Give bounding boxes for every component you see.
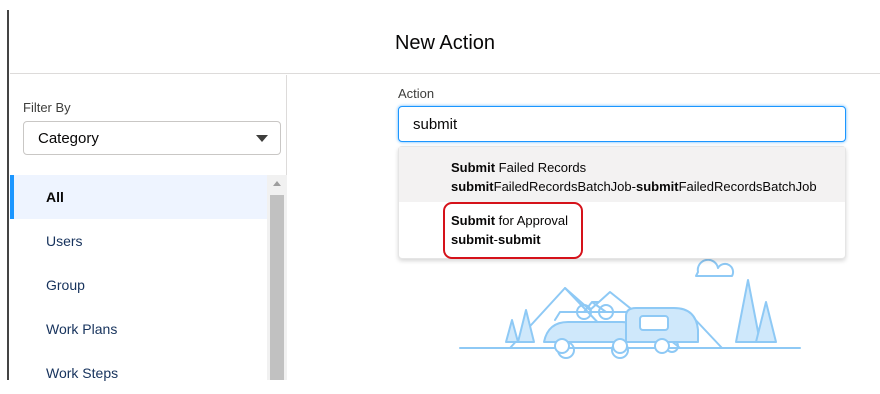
category-item-group[interactable]: Group xyxy=(10,263,268,307)
suggestion-title-rest: Failed Records xyxy=(495,160,587,175)
category-label: Group xyxy=(46,277,85,293)
category-label: Work Plans xyxy=(46,321,118,337)
scrollbar-thumb[interactable] xyxy=(270,195,284,380)
action-search-input[interactable] xyxy=(398,106,846,142)
category-label: All xyxy=(46,189,64,205)
suggestion-title: Submit Failed Records xyxy=(451,158,845,177)
action-field-label: Action xyxy=(398,86,435,101)
category-item-all[interactable]: All xyxy=(10,175,268,219)
api-name-part: submit xyxy=(635,179,679,194)
highlight-annotation-box xyxy=(443,202,583,259)
category-item-users[interactable]: Users xyxy=(10,219,268,263)
suggestion-title-match: Submit xyxy=(451,160,496,175)
category-filter-select[interactable]: Category xyxy=(23,121,281,155)
api-name-part: FailedRecordsBatchJob xyxy=(678,179,817,194)
category-label: Users xyxy=(46,233,83,249)
modal-header: New Action xyxy=(10,0,880,74)
api-name-part: submit xyxy=(451,179,494,194)
category-label: Work Steps xyxy=(46,365,119,381)
modal-title: New Action xyxy=(394,32,496,54)
filter-selected-value: Category xyxy=(38,129,99,147)
suggestion-submit-failed-records[interactable]: Submit Failed Records submitFailedRecord… xyxy=(399,147,845,202)
category-list: All Users Group Work Plans Work Steps xyxy=(10,175,268,394)
api-name-part: FailedRecordsBatchJob- xyxy=(493,179,636,194)
suggestion-api-name: submitFailedRecordsBatchJob-submitFailed… xyxy=(451,177,845,196)
filter-by-label: Filter By xyxy=(23,100,71,115)
dropdown-caret-icon xyxy=(256,135,268,142)
category-scrollbar[interactable] xyxy=(267,175,287,380)
category-item-work-steps[interactable]: Work Steps xyxy=(10,351,268,394)
window-edge xyxy=(7,10,9,380)
category-item-work-plans[interactable]: Work Plans xyxy=(10,307,268,351)
scroll-up-arrow-icon[interactable] xyxy=(273,181,281,186)
filter-sidebar: Filter By Category All Users Group Work … xyxy=(10,75,287,381)
